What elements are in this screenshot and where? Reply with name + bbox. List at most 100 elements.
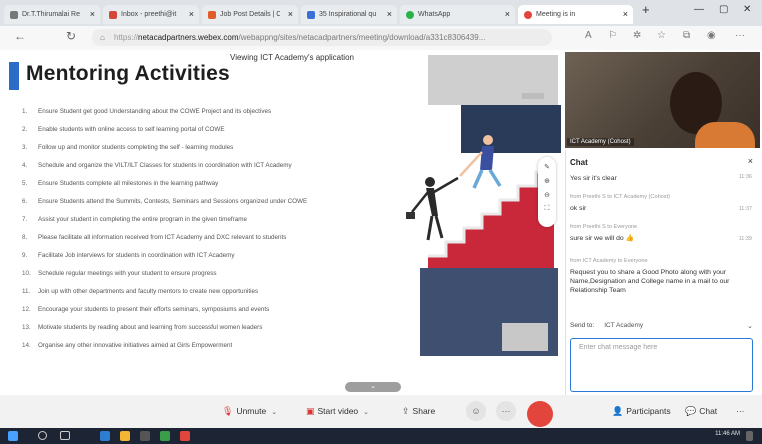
close-icon[interactable]: ×	[189, 5, 194, 24]
chat-message: from Preethi S to ICT Academy (Cohost) o…	[570, 194, 754, 213]
slide-bottom-inner	[502, 323, 548, 351]
item-text: Ensure Student get good Understanding ab…	[38, 108, 272, 115]
extension-icon[interactable]: ⚐	[608, 30, 617, 41]
item-number: 14.	[22, 342, 31, 349]
slide-bottom-block	[420, 268, 558, 356]
list-item: 6. Ensure Students attend the Summits, Co…	[22, 193, 382, 211]
item-number: 8.	[22, 234, 28, 241]
participants-button[interactable]: 👤 Participants	[612, 402, 671, 421]
webex-icon	[524, 10, 532, 19]
item-number: 6.	[22, 198, 28, 205]
browser-tab-5[interactable]: WhatsApp ×	[400, 5, 515, 24]
start-icon[interactable]	[8, 431, 18, 441]
item-text: Ensure Students attend the Summits, Cont…	[38, 198, 308, 205]
close-icon[interactable]: ×	[288, 5, 293, 24]
hide-controls-handle[interactable]: ⌄	[345, 382, 401, 392]
message-text: ok sir	[570, 205, 587, 212]
read-aloud-icon[interactable]: A	[585, 30, 592, 41]
chat-button[interactable]: 💬 Chat	[685, 402, 717, 421]
reload-icon[interactable]: ↻	[66, 29, 76, 43]
share-screen-icon: ⇪	[402, 406, 410, 416]
pointer-icon[interactable]: ✎	[538, 163, 556, 171]
annotation-toolbar: ✎ ⊕ ⊖ ⛶	[538, 157, 556, 227]
item-number: 3.	[22, 144, 28, 151]
close-icon[interactable]: ×	[623, 5, 628, 24]
message-sender: from Preethi S to ICT Academy (Cohost)	[570, 194, 670, 200]
store-icon[interactable]	[140, 431, 150, 441]
webex-taskbar-icon[interactable]	[180, 431, 190, 441]
minimize-icon[interactable]: —	[694, 4, 704, 15]
slide-title: Mentoring Activities	[26, 62, 230, 85]
leave-meeting-button[interactable]	[527, 401, 553, 427]
chat-message: from Preethi S to Everyone sure sir we w…	[570, 224, 754, 243]
close-icon[interactable]: ×	[90, 5, 95, 24]
participant-shirt	[695, 122, 755, 148]
task-view-icon[interactable]	[60, 431, 70, 440]
browser-tab-3[interactable]: Job Post Details | C ×	[202, 5, 298, 24]
chevron-down-icon[interactable]: ⌄	[271, 403, 277, 422]
list-item: 1. Ensure Student get good Understanding …	[22, 103, 382, 121]
maximize-icon[interactable]: ▢	[719, 4, 728, 15]
chat-title: Chat	[570, 158, 588, 167]
reactions-button[interactable]: ☺	[466, 401, 486, 421]
unmute-button[interactable]: 🎙 Unmute ⌄	[222, 402, 277, 421]
close-icon[interactable]: ×	[505, 5, 510, 24]
excel-icon[interactable]	[160, 431, 170, 441]
list-item: 13. Motivate students by reading about an…	[22, 319, 382, 337]
close-icon[interactable]: ×	[748, 156, 753, 166]
browser-tab-2[interactable]: Inbox - preethi@it ×	[103, 5, 199, 24]
favorites-icon[interactable]: ☆	[657, 30, 666, 41]
message-sender: from Preethi S to Everyone	[570, 224, 638, 230]
message-time: 11:36	[738, 174, 752, 180]
browser-tab-4[interactable]: 35 Inspirational qu ×	[301, 5, 397, 24]
item-text: Facilitate Job interviews for students i…	[38, 252, 235, 259]
browser-tab-active[interactable]: Meeting is in ×	[518, 5, 633, 24]
brightness-icon[interactable]: ✲	[633, 30, 641, 41]
slide-gray-block	[428, 55, 558, 105]
close-icon[interactable]: ×	[387, 5, 392, 24]
chat-message-input[interactable]: Enter chat message here	[570, 338, 753, 392]
file-explorer-icon[interactable]	[120, 431, 130, 441]
chat-label: Chat	[699, 406, 718, 416]
message-time: 11:37	[738, 206, 752, 212]
list-item: 9. Facilitate Job interviews for students…	[22, 247, 382, 265]
panel-more-button[interactable]: ···	[736, 402, 745, 421]
message-text: Yes sir it's clear	[570, 175, 617, 182]
chevron-down-icon[interactable]: ⌄	[363, 403, 369, 422]
chevron-down-icon[interactable]: ⌄	[747, 322, 753, 330]
notifications-icon[interactable]	[746, 431, 753, 441]
item-text: Join up with other departments and facul…	[38, 288, 259, 295]
url-input[interactable]: ⌂ https://netacadpartners.webex.com/weba…	[92, 29, 552, 46]
browser-tab-1[interactable]: Dr.T.Thirumalai Re ×	[4, 5, 100, 24]
search-icon[interactable]	[38, 431, 47, 440]
send-to-selector[interactable]: Send to: ICT Academy	[570, 322, 643, 329]
participant-name-label: ICT Academy (Cohost)	[567, 138, 634, 146]
more-options-button[interactable]: ···	[496, 401, 516, 421]
tab-title: Dr.T.Thirumalai Re	[22, 11, 80, 18]
more-label: ···	[501, 406, 511, 416]
more-icon[interactable]: ···	[735, 30, 745, 41]
participants-label: Participants	[626, 406, 671, 416]
zoom-in-icon[interactable]: ⊕	[538, 177, 556, 185]
fit-icon[interactable]: ⛶	[538, 205, 556, 213]
share-button[interactable]: ⇪ Share	[402, 402, 435, 421]
profile-icon[interactable]: ◉	[707, 30, 716, 41]
window-close-icon[interactable]: ✕	[743, 4, 751, 15]
new-tab-button[interactable]: +	[642, 2, 650, 17]
chat-message: from ICT Academy to Everyone Request you…	[570, 258, 754, 295]
item-number: 7.	[22, 216, 28, 223]
participant-video[interactable]: ICT Academy (Cohost)	[565, 52, 760, 148]
edge-icon[interactable]	[100, 431, 110, 441]
start-video-label: Start video	[317, 406, 359, 416]
zoom-out-icon[interactable]: ⊖	[538, 191, 556, 199]
video-camera-icon: ▣	[306, 406, 315, 416]
browser-tab-bar: Dr.T.Thirumalai Re × Inbox - preethi@it × …	[0, 0, 762, 26]
item-number: 10.	[22, 270, 31, 277]
list-item: 3. Follow up and monitor students complet…	[22, 139, 382, 157]
chat-panel: Chat × Yes sir it's clear 11:36 from Pre…	[565, 150, 761, 395]
slide-accent-bar	[9, 62, 19, 90]
collections-icon[interactable]: ⧉	[683, 30, 690, 41]
back-icon[interactable]: ←	[14, 29, 26, 43]
item-text: Organise any other innovative initiative…	[38, 342, 233, 349]
start-video-button[interactable]: ▣ Start video ⌄	[306, 402, 369, 421]
